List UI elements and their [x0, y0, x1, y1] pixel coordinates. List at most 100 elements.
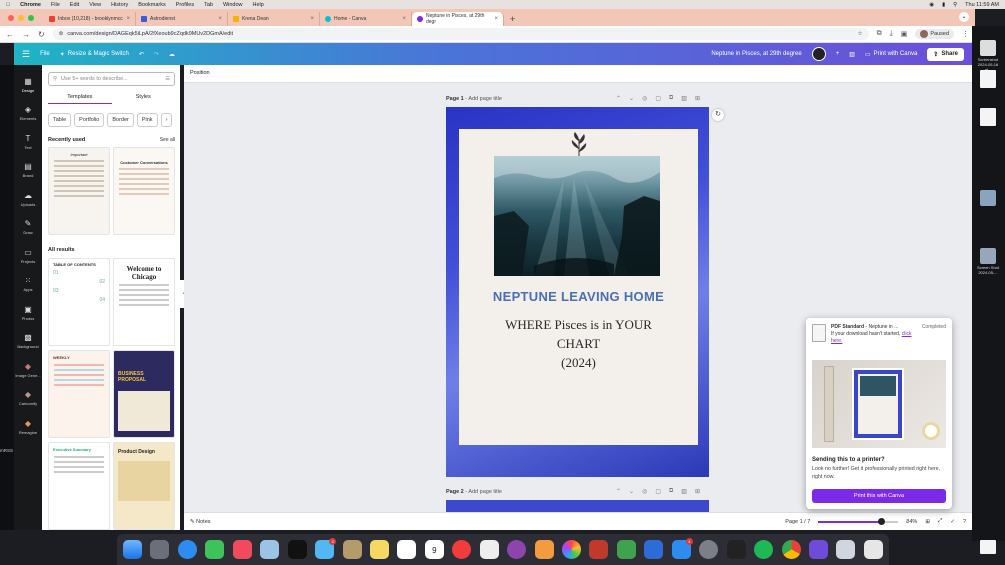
address-bar[interactable]: ⊜ canva.com/design/DAGEqk5iLpA/2fXeoub9c… — [52, 28, 869, 40]
search-spotlight-icon[interactable]: ⚲ — [953, 2, 957, 8]
rail-design[interactable]: ▦ Design — [14, 71, 42, 100]
template-thumb[interactable]: TABLE OF CONTENTS 01 02 03 04 — [48, 258, 110, 346]
site-info-icon[interactable]: ⊜ — [59, 31, 64, 37]
poster-subtitle[interactable]: WHERE Pisces is in YOUR CHART (2024) — [459, 315, 698, 372]
file-menu-button[interactable]: File — [40, 51, 50, 57]
underwater-photo[interactable] — [494, 156, 660, 276]
menubar-clock[interactable]: Thu 11:59 AM — [965, 2, 999, 8]
hide-icon[interactable]: ◎ — [642, 488, 647, 495]
lock-icon[interactable]: ▢ — [655, 95, 661, 102]
browser-tab[interactable]: Home - Canva × — [320, 12, 412, 26]
document-title[interactable]: Neptune in Pisces, at 29th degree — [711, 51, 801, 57]
spotify-icon[interactable] — [754, 540, 774, 559]
safari-icon[interactable] — [177, 540, 197, 559]
menu-bookmarks[interactable]: Bookmarks — [138, 2, 166, 8]
menu-tab[interactable]: Tab — [204, 2, 213, 8]
bookmark-star-icon[interactable]: ☆ — [858, 31, 863, 37]
close-window-button[interactable] — [8, 15, 14, 21]
launchpad-icon[interactable] — [150, 540, 170, 559]
template-search-input[interactable]: ⚲ Use 5+ words to describe... ☰ — [48, 72, 175, 86]
tab-templates[interactable]: Templates — [48, 92, 112, 104]
close-tab-icon[interactable]: × — [402, 16, 406, 22]
pages-icon[interactable] — [534, 540, 554, 559]
menu-help[interactable]: Help — [253, 2, 264, 8]
wifi-icon[interactable]: ◉ — [929, 2, 934, 8]
keynote-icon[interactable] — [644, 540, 664, 559]
reminders-icon[interactable] — [397, 540, 417, 559]
chip-pink[interactable]: Pink — [136, 113, 158, 127]
template-thumb[interactable]: Executive Summary — [48, 442, 110, 530]
zoom-level[interactable]: 84% — [906, 519, 917, 525]
contacts-icon[interactable] — [342, 540, 362, 559]
chips-scroll-right-icon[interactable]: › — [160, 113, 173, 127]
photo-booth-icon[interactable] — [589, 540, 609, 559]
menu-icon[interactable]: ☰ — [22, 49, 30, 60]
poster-title[interactable]: NEPTUNE LEAVING HOME — [459, 289, 698, 304]
menu-profiles[interactable]: Profiles — [176, 2, 194, 8]
new-tab-button[interactable]: + — [504, 12, 521, 26]
design-page-1[interactable]: NEPTUNE LEAVING HOME WHERE Pisces is in … — [446, 107, 709, 477]
back-icon[interactable]: ← — [6, 30, 14, 39]
print-this-button[interactable]: Print this with Canva — [812, 489, 946, 503]
rail-brand[interactable]: ▤ Brand — [14, 157, 42, 186]
tab-search-icon[interactable]: ⌄ — [959, 12, 969, 22]
apple-tv-icon[interactable] — [287, 540, 307, 559]
menu-window[interactable]: Window — [223, 2, 243, 8]
delete-icon[interactable]: ▥ — [681, 488, 687, 495]
move-up-icon[interactable]: ⌃ — [616, 95, 621, 102]
template-thumb[interactable]: Important — [48, 147, 110, 235]
extensions-icon[interactable]: ⧉ — [877, 30, 882, 38]
desktop-file-icon[interactable] — [975, 540, 1001, 555]
poster-card[interactable]: NEPTUNE LEAVING HOME WHERE Pisces is in … — [459, 129, 698, 445]
menu-edit[interactable]: Edit — [70, 2, 79, 8]
numbers-icon[interactable] — [616, 540, 636, 559]
notes-icon[interactable]: ✎ — [190, 519, 195, 525]
trash-icon[interactable] — [863, 540, 883, 559]
rail-image-generator[interactable]: ◆ Image Gene... — [14, 356, 42, 385]
browser-tab[interactable]: Astrodienst × — [136, 12, 228, 26]
rail-text[interactable]: T Text — [14, 128, 42, 157]
screenshot-app-icon[interactable] — [726, 540, 746, 559]
rail-background[interactable]: ▩ Background — [14, 328, 42, 357]
template-thumb[interactable]: BUSINESS PROPOSAL — [113, 350, 175, 438]
chrome-icon[interactable] — [781, 540, 801, 559]
print-with-canva-button[interactable]: ▭ Print with Canva — [865, 51, 917, 58]
chip-table[interactable]: Table — [48, 113, 72, 127]
zoom-slider[interactable] — [818, 518, 899, 525]
menu-file[interactable]: File — [51, 2, 60, 8]
filter-icon[interactable]: ☰ — [165, 76, 170, 82]
resize-button[interactable]: ✦ Resize & Magic Switch — [60, 51, 129, 58]
profile-paused-button[interactable]: Paused — [915, 29, 954, 39]
minimize-window-button[interactable] — [18, 15, 24, 21]
browser-tab[interactable]: Krena Dean × — [228, 12, 320, 26]
redo-icon[interactable]: ↷ — [154, 51, 159, 58]
finder-icon[interactable] — [123, 540, 142, 559]
news-icon[interactable] — [452, 540, 472, 559]
template-thumb[interactable]: Welcome to Chicago — [113, 258, 175, 346]
forward-icon[interactable]: → — [22, 30, 30, 39]
maps-icon[interactable] — [260, 540, 280, 559]
add-page-title[interactable]: - Add page title — [465, 96, 502, 102]
add-page-title[interactable]: - Add page title — [465, 489, 502, 495]
rail-draw[interactable]: ✎ Draw — [14, 214, 42, 243]
rail-remagine[interactable]: ◆ Remagine — [14, 413, 42, 442]
menu-view[interactable]: View — [89, 2, 101, 8]
fullscreen-icon[interactable]: ⤢ — [938, 518, 942, 525]
undo-icon[interactable]: ↶ — [139, 51, 144, 58]
browser-tab-active[interactable]: Neptune in Pisces, at 29th degr × — [412, 12, 504, 26]
downloads-icon[interactable]: ⤓ — [890, 30, 893, 38]
desktop-file-icon[interactable] — [975, 70, 1001, 89]
move-up-icon[interactable]: ⌃ — [616, 488, 621, 495]
rail-elements[interactable]: ◈ Elements — [14, 100, 42, 129]
photos-icon[interactable] — [562, 540, 581, 559]
help-icon[interactable]: ? — [963, 519, 966, 525]
browser-tab[interactable]: Inbox (10,218) - brooklynmcc × — [44, 12, 136, 26]
delete-icon[interactable]: ▥ — [681, 95, 687, 102]
rail-projects[interactable]: ▭ Projects — [14, 242, 42, 271]
menu-history[interactable]: History — [111, 2, 128, 8]
desktop-file-icon[interactable]: Screen Shot 2024-05-... — [975, 248, 1001, 275]
duplicate-icon[interactable]: ⧉ — [669, 95, 673, 102]
roblox-icon[interactable] — [479, 540, 499, 559]
rail-uploads[interactable]: ☁ Uploads — [14, 185, 42, 214]
check-icon[interactable]: ✓ — [950, 519, 955, 525]
